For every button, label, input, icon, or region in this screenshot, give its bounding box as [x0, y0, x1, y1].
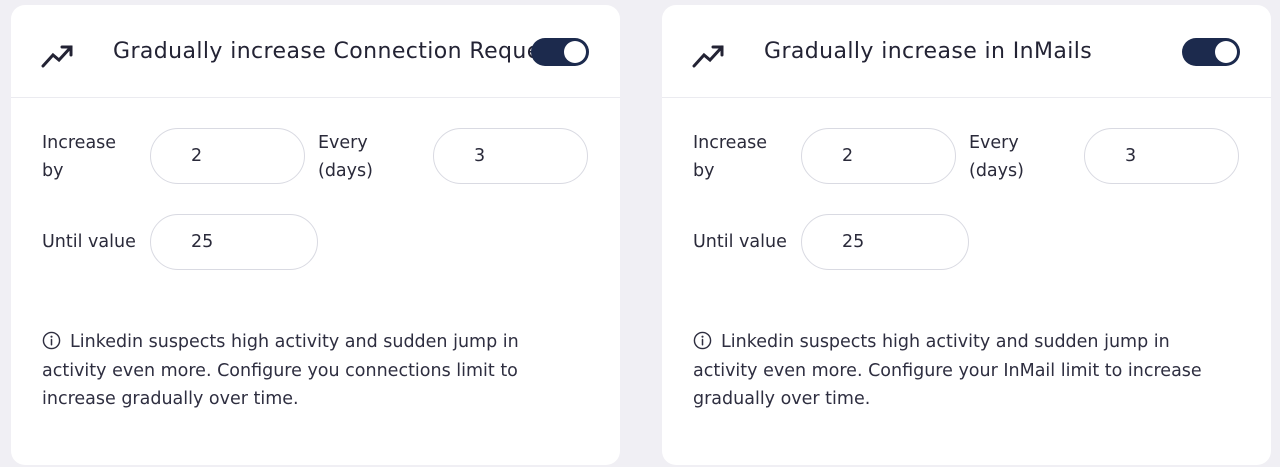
info-note: Linkedin suspects high activity and sudd… — [42, 328, 562, 414]
info-text: Linkedin suspects high activity and sudd… — [42, 332, 519, 409]
increase-by-input[interactable] — [150, 128, 305, 184]
card-header: Gradually increase Connection Requests — [11, 5, 620, 98]
card-title: Gradually increase in InMails — [764, 39, 1093, 64]
info-circle-icon — [693, 331, 712, 350]
connection-requests-card: Gradually increase Connection Requests I… — [11, 5, 620, 465]
toggle-knob — [564, 41, 586, 63]
enable-toggle[interactable] — [531, 38, 589, 66]
increase-by-input[interactable] — [801, 128, 956, 184]
until-value-label: Until value — [693, 232, 787, 252]
every-days-input[interactable] — [1084, 128, 1239, 184]
inmails-card: Gradually increase in InMails Increase b… — [662, 5, 1271, 465]
until-value-label: Until value — [42, 232, 136, 252]
every-days-label: Every (days) — [969, 133, 1024, 181]
until-value-input[interactable] — [150, 214, 318, 270]
every-days-label: Every (days) — [318, 133, 373, 181]
card-header: Gradually increase in InMails — [662, 5, 1271, 98]
info-circle-icon — [42, 331, 61, 350]
trending-up-icon — [692, 45, 724, 68]
every-days-input[interactable] — [433, 128, 588, 184]
info-text: Linkedin suspects high activity and sudd… — [693, 332, 1202, 409]
card-title: Gradually increase Connection Requests — [113, 39, 538, 64]
info-note: Linkedin suspects high activity and sudd… — [693, 328, 1213, 414]
increase-by-label: Increase by — [42, 133, 117, 181]
toggle-knob — [1215, 41, 1237, 63]
enable-toggle[interactable] — [1182, 38, 1240, 66]
increase-by-label: Increase by — [693, 133, 768, 181]
trending-up-icon — [41, 45, 73, 68]
until-value-input[interactable] — [801, 214, 969, 270]
